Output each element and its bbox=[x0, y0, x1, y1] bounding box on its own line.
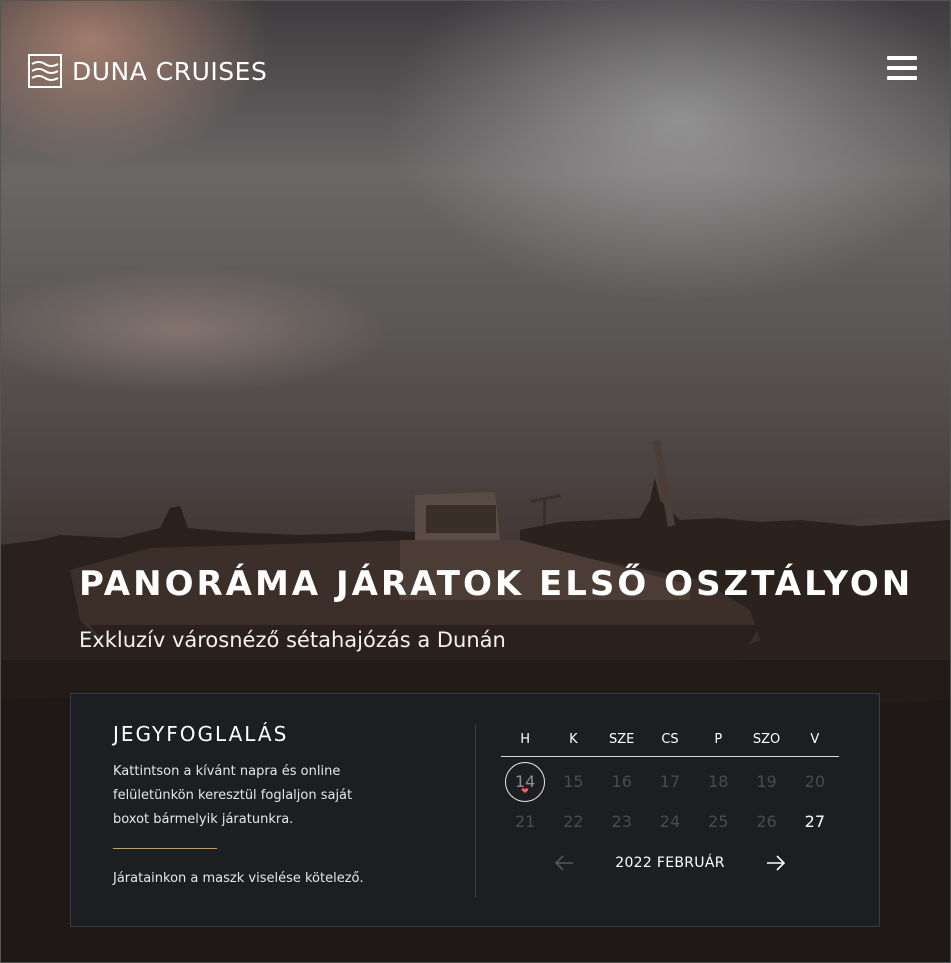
calendar-day-disabled: 15 bbox=[563, 772, 584, 791]
mask-notice: Járatainkon a maszk viselése kötelező. bbox=[113, 871, 364, 886]
weekday-label: H bbox=[520, 732, 531, 747]
calendar-day-disabled: 17 bbox=[659, 772, 681, 791]
arrow-right-icon[interactable] bbox=[765, 852, 787, 874]
calendar-day-disabled: 21 bbox=[514, 812, 536, 831]
booking-title: JEGYFOGLALÁS bbox=[113, 722, 289, 746]
booking-calendar: H K SZE CS P SZO V 14 ❤ 15 16 17 18 19 2… bbox=[501, 732, 839, 877]
calendar-week-row: 21 22 23 24 25 26 27 bbox=[501, 807, 839, 837]
weekday-label: SZO bbox=[752, 732, 781, 747]
menu-bar bbox=[887, 56, 917, 60]
hero-subtitle: Exkluzív városnéző sétahajózás a Dunán bbox=[79, 628, 506, 652]
top-navigation: DUNA CRUISES bbox=[28, 52, 917, 92]
calendar-day-today[interactable]: 14 ❤ bbox=[501, 762, 549, 802]
calendar-day-disabled: 19 bbox=[756, 772, 777, 791]
weekday-label: P bbox=[714, 732, 723, 747]
arrow-left-icon[interactable] bbox=[553, 852, 575, 874]
calendar-day-disabled: 26 bbox=[756, 812, 777, 831]
calendar-day-disabled: 18 bbox=[708, 772, 729, 791]
calendar-week-row: 14 ❤ 15 16 17 18 19 20 bbox=[501, 762, 839, 802]
calendar-day-disabled: 22 bbox=[563, 812, 584, 831]
calendar-day-disabled: 24 bbox=[659, 812, 681, 831]
weekday-label: V bbox=[810, 732, 820, 747]
waves-icon bbox=[28, 54, 62, 88]
calendar-day-disabled: 16 bbox=[611, 772, 632, 791]
calendar-day-disabled: 23 bbox=[611, 812, 632, 831]
brand-name: DUNA CRUISES bbox=[72, 56, 268, 86]
menu-bar bbox=[887, 76, 917, 80]
menu-bar bbox=[887, 66, 917, 70]
hero-title: PANORÁMA JÁRATOK ELSŐ OSZTÁLYON bbox=[79, 564, 914, 604]
calendar-month-label: 2022 FEBRUÁR bbox=[615, 855, 725, 871]
booking-description: Kattintson a kívánt napra és online felü… bbox=[113, 764, 353, 827]
booking-info: JEGYFOGLALÁS Kattintson a kívánt napra é… bbox=[113, 722, 413, 886]
hamburger-menu-icon[interactable] bbox=[887, 56, 917, 84]
panel-divider bbox=[475, 724, 476, 898]
calendar-day-disabled: 25 bbox=[708, 812, 729, 831]
calendar-day-disabled: 20 bbox=[804, 772, 825, 791]
accent-divider bbox=[113, 848, 217, 849]
heart-icon: ❤ bbox=[521, 787, 529, 797]
weekday-label: CS bbox=[661, 732, 679, 747]
booking-panel: JEGYFOGLALÁS Kattintson a kívánt napra é… bbox=[70, 693, 880, 927]
weekday-label: K bbox=[569, 732, 578, 747]
calendar-weekday-header: H K SZE CS P SZO V bbox=[501, 732, 839, 757]
weekday-label: SZE bbox=[609, 732, 635, 747]
brand-logo-link[interactable]: DUNA CRUISES bbox=[28, 54, 267, 88]
calendar-day-available[interactable]: 27 bbox=[791, 807, 839, 837]
calendar-month-navigation: 2022 FEBRUÁR bbox=[501, 849, 839, 877]
